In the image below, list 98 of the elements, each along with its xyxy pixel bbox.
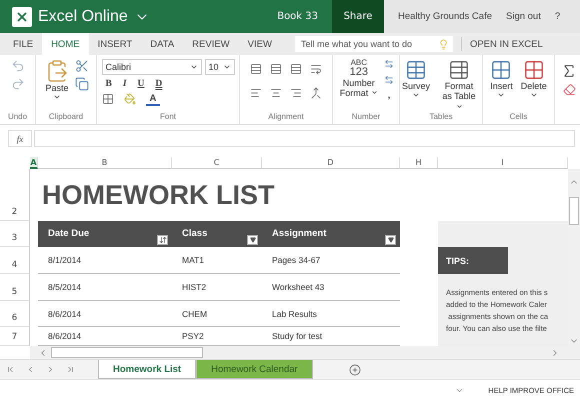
horizontal-scrollbar[interactable] xyxy=(30,346,580,359)
first-sheet-icon xyxy=(6,365,15,374)
scissors-icon xyxy=(75,59,89,73)
group-label: Number xyxy=(350,112,382,123)
italic-button[interactable]: I xyxy=(118,79,131,89)
filter-dropdown-button[interactable] xyxy=(385,235,396,245)
group-label: Alignment xyxy=(267,112,305,123)
row-number: 2 xyxy=(0,169,30,221)
table-header-cell: Date Due xyxy=(38,221,172,247)
table-cell: 8/6/2014 xyxy=(38,301,172,327)
column-header[interactable]: B xyxy=(38,157,172,169)
sheet-title: HOMEWORK LIST xyxy=(41,180,276,210)
formula-field[interactable] xyxy=(34,130,575,147)
tips-heading: TIPS: xyxy=(438,247,508,274)
row-number: 7 xyxy=(0,327,30,346)
share-button[interactable]: Share xyxy=(332,0,384,33)
table-cell: 8/1/2014 xyxy=(38,247,172,274)
group-label: Cells xyxy=(508,112,528,123)
delete-cells-icon xyxy=(522,59,545,81)
table-cell: CHEM xyxy=(172,301,262,327)
sign-out-link[interactable]: Sign out xyxy=(506,11,541,22)
account-name[interactable]: Healthy Grounds Cafe xyxy=(398,11,492,22)
fill-color-icon xyxy=(124,93,136,106)
group-label: Clipboard xyxy=(48,112,84,123)
undo-icon xyxy=(10,59,24,73)
next-sheet-icon xyxy=(46,365,55,374)
table-cell: Worksheet 43 xyxy=(262,274,400,301)
ribbon-tab[interactable]: HOME xyxy=(42,33,89,55)
group-label: Tables xyxy=(428,112,454,124)
sort-arrow-icon xyxy=(158,236,166,244)
excel-logo-icon xyxy=(12,6,32,26)
number-format-button[interactable]: ABC 123 Number Format xyxy=(338,59,380,99)
caret-icon xyxy=(222,63,230,71)
table-cell: 8/5/2014 xyxy=(38,274,172,301)
borders-icon xyxy=(102,93,114,106)
copy-icon xyxy=(75,77,89,91)
survey-button[interactable]: Survey xyxy=(400,59,432,100)
row-number: 6 xyxy=(0,301,30,327)
number-icon-text: ABC xyxy=(350,59,368,67)
paste-button[interactable]: Paste xyxy=(43,59,71,102)
row-number: 4 xyxy=(0,247,30,274)
font-size-dropdown[interactable]: 10 xyxy=(204,59,234,75)
ribbon-tab[interactable]: DATA xyxy=(141,33,184,55)
previous-sheet-icon xyxy=(26,365,35,374)
column-header[interactable]: I xyxy=(438,157,568,169)
ribbon-tab[interactable]: REVIEW xyxy=(183,33,239,55)
dropdown-triangle-icon xyxy=(250,237,256,243)
comma-style-button[interactable]: , xyxy=(384,91,394,101)
open-in-excel-button[interactable]: OPEN IN EXCEL xyxy=(460,37,551,51)
row-number: 3 xyxy=(0,221,30,247)
eraser-icon xyxy=(562,83,576,96)
table-cell: Lab Results xyxy=(262,301,400,327)
sort-filter-button[interactable] xyxy=(157,235,168,245)
ribbon-tab[interactable]: FILE xyxy=(4,33,42,55)
function-label[interactable]: fx xyxy=(8,130,32,147)
dropdown-triangle-icon xyxy=(388,237,394,243)
table-header-cell: Assignment xyxy=(262,221,400,247)
bold-button[interactable]: B xyxy=(102,79,116,89)
column-header[interactable]: H xyxy=(400,157,438,169)
help-button[interactable]: ? xyxy=(554,11,560,22)
scroll-thumb[interactable] xyxy=(569,197,579,225)
number-icon-text: 123 xyxy=(350,67,368,78)
group-label: Font xyxy=(158,112,177,123)
column-header[interactable]: A xyxy=(30,157,38,169)
sheet-tab[interactable]: Homework List xyxy=(98,360,196,379)
column-header[interactable]: C xyxy=(172,157,262,169)
group-label: Undo xyxy=(6,112,28,123)
add-sheet-icon xyxy=(348,364,361,376)
insert-cells-icon xyxy=(490,59,512,81)
table-header-cell: Class xyxy=(172,221,262,247)
caret-icon xyxy=(456,102,462,110)
table-cell: HIST2 xyxy=(172,274,262,301)
scroll-thumb[interactable] xyxy=(51,347,203,358)
document-name: Book 33 xyxy=(277,11,318,22)
underline-button[interactable]: U xyxy=(134,79,148,89)
format-as-table-button[interactable]: Format as Table xyxy=(436,59,482,112)
ribbon-tab[interactable]: VIEW xyxy=(238,33,281,55)
align-right-icon xyxy=(290,87,302,99)
column-header[interactable]: D xyxy=(262,157,400,169)
row-number: 5 xyxy=(0,274,30,301)
font-color-button[interactable]: A xyxy=(146,93,160,106)
filter-dropdown-button[interactable] xyxy=(247,235,258,245)
table-cell: MAT1 xyxy=(172,247,262,274)
table-icon xyxy=(448,59,470,81)
last-sheet-icon xyxy=(66,365,75,374)
app-name: Excel Online xyxy=(38,8,128,26)
double-underline-button[interactable]: D xyxy=(151,79,166,89)
font-name-dropdown[interactable]: Calibri xyxy=(102,59,202,75)
search-field[interactable]: Tell me what you want to do xyxy=(294,36,453,52)
caret-icon xyxy=(190,63,198,71)
caret-icon xyxy=(370,89,378,96)
redo-icon xyxy=(10,77,24,91)
wrap-text-icon xyxy=(310,63,322,75)
lightbulb-icon xyxy=(438,38,449,50)
delete-button[interactable]: Delete xyxy=(518,59,549,100)
ribbon-tab[interactable]: INSERT xyxy=(88,33,142,55)
table-cell: Pages 34-67 xyxy=(262,247,400,274)
insert-button[interactable]: Insert xyxy=(488,59,515,100)
